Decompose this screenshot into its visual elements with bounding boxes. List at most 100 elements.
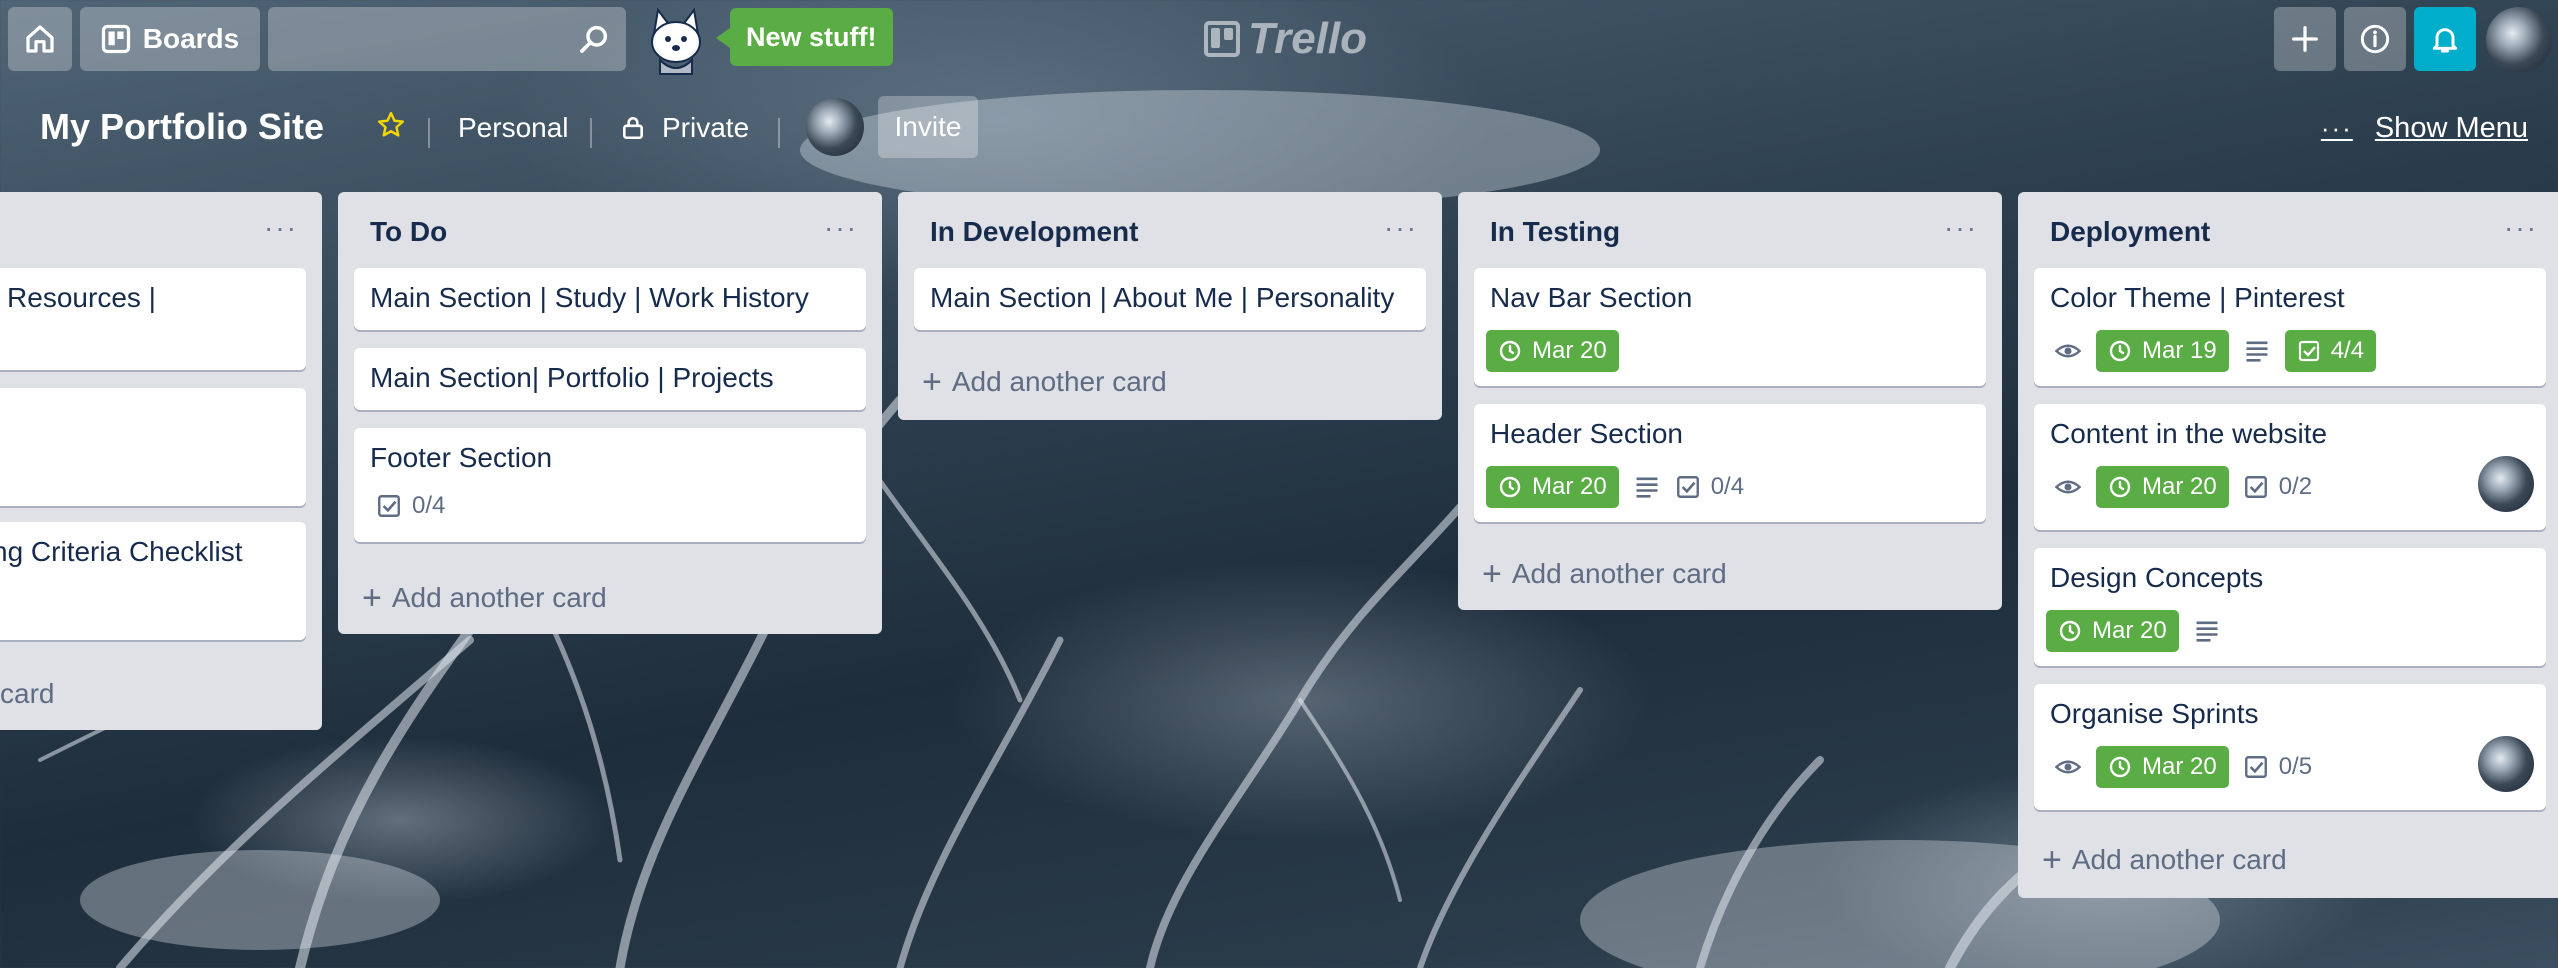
card[interactable]: Header Section Mar 20 0/4 [1474, 404, 1986, 522]
husky-mascot-icon[interactable] [640, 4, 712, 76]
card[interactable]: Main Section| Portfolio | Projects [354, 348, 866, 410]
clock-icon [2109, 756, 2131, 778]
card[interactable]: Main Section | Study | Work History [354, 268, 866, 330]
list-title[interactable]: In Testing [1490, 216, 1620, 248]
plus-icon: + [362, 579, 382, 617]
add-card-button[interactable]: + Add another card [2042, 843, 2287, 877]
notifications-button[interactable] [2414, 7, 2476, 71]
list-header: In Testing ··· [1458, 192, 2002, 264]
add-card-label: Add another card [2071, 844, 2287, 875]
card-badges: 0/4 [376, 492, 445, 520]
card-member-avatar[interactable] [2478, 456, 2534, 512]
trello-logo[interactable]: Trello [1204, 14, 1367, 64]
eye-icon [2054, 337, 2082, 365]
card-title: Color Theme | Pinterest [2050, 282, 2345, 313]
add-card-label: Add another card [951, 366, 1167, 397]
due-date-badge[interactable]: Mar 20 [1486, 330, 1619, 372]
due-date-label: Mar 20 [2092, 617, 2167, 644]
list-title[interactable]: To Do [370, 216, 447, 248]
list-menu-button[interactable]: ··· [1384, 212, 1418, 244]
card[interactable]: Color Theme | Pinterest Mar 19 4/4 [2034, 268, 2546, 386]
list-header: Deployment ··· [2018, 192, 2558, 264]
due-date-label: Mar 20 [2142, 753, 2217, 780]
card[interactable]: Organise Sprints Mar 20 0/5 [2034, 684, 2546, 810]
due-date-label: Mar 20 [1532, 473, 1607, 500]
invite-button[interactable]: Invite [878, 96, 978, 158]
clock-icon [1499, 476, 1521, 498]
card[interactable]: | Resources | [0, 268, 306, 370]
search-input[interactable] [268, 7, 626, 71]
list-menu-button[interactable]: ··· [824, 212, 858, 244]
card-badges: Mar 20 0/4 [1486, 466, 1744, 508]
visibility-label: Private [662, 112, 750, 143]
plus-icon: + [1482, 555, 1502, 593]
plus-icon [2292, 26, 2318, 52]
divider [590, 118, 592, 148]
due-date-label: Mar 20 [2142, 473, 2217, 500]
due-date-badge[interactable]: Mar 20 [2096, 466, 2229, 508]
boards-button[interactable]: Boards [80, 7, 260, 71]
list-menu-button[interactable]: ··· [1944, 212, 1978, 244]
show-menu-button[interactable]: ··· Show Menu [2321, 112, 2528, 145]
member-avatar[interactable] [806, 98, 864, 156]
card-badges: Mar 20 0/2 [2046, 466, 2312, 508]
checklist-badge: 0/4 [1675, 473, 1744, 501]
visibility-button[interactable]: Private [620, 112, 749, 144]
card-badges: Mar 19 4/4 [2046, 330, 2377, 372]
home-button[interactable] [8, 7, 72, 71]
add-card-button[interactable]: card [0, 678, 54, 710]
eye-icon [2054, 473, 2082, 501]
card[interactable]: Main Section | About Me | Personality [914, 268, 1426, 330]
info-button[interactable] [2344, 7, 2406, 71]
checklist-icon [2244, 756, 2267, 778]
card[interactable]: Nav Bar Section Mar 20 [1474, 268, 1986, 386]
new-stuff-button[interactable]: New stuff! [716, 8, 893, 66]
list-title[interactable]: In Development [930, 216, 1138, 248]
card[interactable]: Design Concepts Mar 20 [2034, 548, 2546, 666]
clock-icon [1499, 340, 1521, 362]
due-date-badge[interactable]: Mar 20 [1486, 466, 1619, 508]
due-date-badge[interactable]: Mar 20 [2046, 610, 2179, 652]
card[interactable]: ng Criteria Checklist [0, 522, 306, 640]
checklist-count: 0/5 [2278, 753, 2313, 780]
list-menu-button[interactable]: ··· [2504, 212, 2538, 244]
checklist-count: 0/2 [2278, 473, 2313, 500]
card-title: ng Criteria Checklist [0, 536, 243, 567]
boards-label: Boards [142, 23, 240, 54]
board-title[interactable]: My Portfolio Site [40, 106, 324, 148]
list: ··· | Resources | ng Criteria Checklist … [0, 192, 322, 730]
team-button[interactable]: Personal [458, 112, 569, 144]
checklist-badge: 0/4 [376, 492, 445, 520]
board-header: My Portfolio Site Personal Private Invit… [0, 88, 2558, 168]
list-header: ··· [0, 192, 322, 264]
card[interactable]: Content in the website Mar 20 0/2 [2034, 404, 2546, 530]
plus-icon: + [922, 363, 942, 401]
bell-icon [2432, 28, 2458, 53]
checklist-count: 0/4 [412, 492, 446, 519]
checklist-badge: 4/4 [2284, 330, 2377, 372]
card-member-avatar[interactable] [2478, 736, 2534, 792]
search-icon [580, 25, 608, 53]
due-date-badge[interactable]: Mar 19 [2096, 330, 2229, 372]
checklist-badge: 0/2 [2243, 473, 2312, 501]
home-icon [26, 25, 54, 53]
clock-icon [2109, 476, 2131, 498]
add-card-label: Add another card [1511, 558, 1727, 589]
add-card-label: card [0, 678, 55, 709]
add-card-label: Add another card [391, 582, 607, 613]
add-card-button[interactable]: + Add another card [922, 363, 1167, 401]
card[interactable]: Footer Section 0/4 [354, 428, 866, 542]
add-card-button[interactable]: + Add another card [362, 579, 607, 617]
show-menu-label: Show Menu [2374, 112, 2528, 144]
top-nav-bar: Boards New stuff! Trello [0, 0, 2558, 80]
star-icon [378, 111, 404, 137]
due-date-badge[interactable]: Mar 20 [2096, 746, 2229, 788]
star-button[interactable] [376, 110, 406, 140]
user-avatar[interactable] [2486, 7, 2552, 73]
list-menu-button[interactable]: ··· [264, 212, 298, 244]
add-card-button[interactable]: + Add another card [1482, 555, 1727, 593]
list-title[interactable]: Deployment [2050, 216, 2210, 248]
card-title: Main Section | Study | Work History [370, 282, 809, 313]
create-button[interactable] [2274, 7, 2336, 71]
card[interactable] [0, 388, 306, 506]
